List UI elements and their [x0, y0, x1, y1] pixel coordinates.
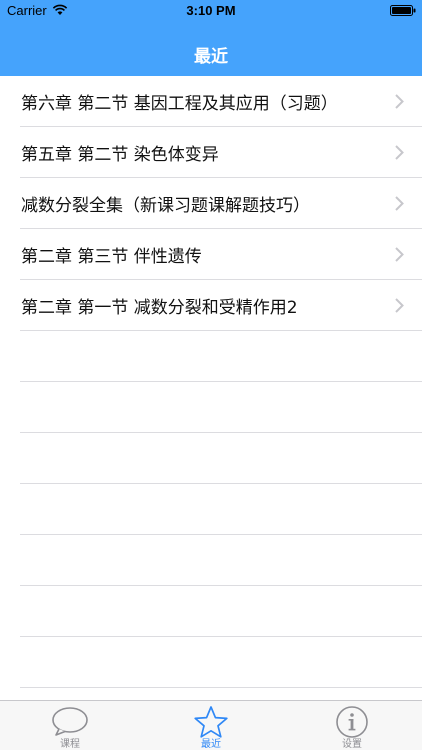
recent-screen: Carrier 3:10 PM 最近 第六章 第二节 基因工程及其应用（习题） …	[0, 0, 422, 750]
info-icon	[336, 706, 368, 738]
chevron-right-icon	[395, 298, 404, 313]
list-item[interactable]: 第二章 第一节 减数分裂和受精作用2	[0, 280, 422, 331]
empty-row	[0, 484, 422, 535]
chevron-right-icon	[395, 94, 404, 109]
tab-recent[interactable]: 最近	[141, 701, 281, 750]
chevron-right-icon	[395, 247, 404, 262]
chevron-right-icon	[395, 145, 404, 160]
list-item[interactable]: 第二章 第三节 伴性遗传	[0, 229, 422, 280]
recent-list: 第六章 第二节 基因工程及其应用（习题） 第五章 第二节 染色体变异 减数分裂全…	[0, 76, 422, 688]
header: Carrier 3:10 PM 最近	[0, 0, 422, 76]
chat-bubble-icon	[52, 707, 88, 736]
chevron-right-icon	[395, 196, 404, 211]
empty-row	[0, 382, 422, 433]
empty-row	[0, 637, 422, 688]
empty-row	[0, 535, 422, 586]
clock: 3:10 PM	[186, 3, 236, 18]
status-bar: Carrier 3:10 PM	[0, 0, 422, 22]
empty-row	[0, 433, 422, 484]
list-item-label: 减数分裂全集（新课习题课解题技巧）	[21, 196, 310, 216]
tab-bar: 课程 最近 设置	[0, 700, 422, 750]
tab-label: 最近	[201, 739, 221, 750]
page-title: 最近	[194, 47, 228, 67]
list-item-label: 第二章 第一节 减数分裂和受精作用2	[21, 298, 298, 318]
tab-label: 课程	[60, 739, 80, 750]
list-item[interactable]: 第六章 第二节 基因工程及其应用（习题）	[0, 76, 422, 127]
empty-row	[0, 331, 422, 382]
row-separator	[20, 687, 422, 688]
list-item-label: 第五章 第二节 染色体变异	[21, 145, 219, 165]
list-item-label: 第六章 第二节 基因工程及其应用（习题）	[21, 94, 338, 114]
star-icon	[194, 706, 228, 738]
tab-label: 设置	[342, 739, 362, 750]
list-item-label: 第二章 第三节 伴性遗传	[21, 247, 202, 267]
battery-icon	[390, 5, 416, 16]
tab-courses[interactable]: 课程	[0, 701, 140, 750]
list-item[interactable]: 第五章 第二节 染色体变异	[0, 127, 422, 178]
tab-settings[interactable]: 设置	[282, 701, 422, 750]
list-item[interactable]: 减数分裂全集（新课习题课解题技巧）	[0, 178, 422, 229]
empty-row	[0, 586, 422, 637]
